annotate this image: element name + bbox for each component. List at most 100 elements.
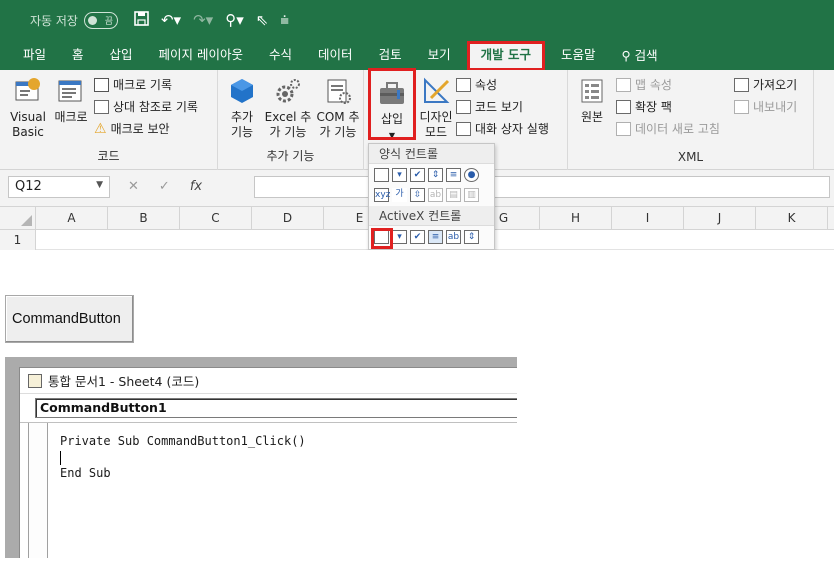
expansion-packs-icon <box>616 99 631 114</box>
name-box[interactable]: Q12 ▼ <box>8 176 110 198</box>
spin-button-control-icon[interactable]: ⇕ <box>428 168 443 182</box>
combo-list-control-icon[interactable]: ▤ <box>446 188 461 202</box>
refresh-data-button[interactable]: 데이터 새로 고침 <box>616 120 720 137</box>
chevron-down-icon: ▼ <box>96 180 103 190</box>
customize-icon[interactable]: ⩧ <box>280 11 289 29</box>
object-combo[interactable]: CommandButton1 <box>35 398 517 418</box>
scroll-bar-activex-icon[interactable]: ⇕ <box>464 230 479 244</box>
code-line: Private Sub CommandButton1_Click() <box>60 434 306 448</box>
list-box-activex-icon[interactable]: ≡ <box>428 230 443 244</box>
record-macro-icon <box>94 77 109 92</box>
view-code-button[interactable]: 코드 보기 <box>456 98 523 115</box>
tab-review[interactable]: 검토 <box>366 42 415 70</box>
combo-dropdown-control-icon[interactable]: ▥ <box>464 188 479 202</box>
design-mode-button[interactable]: 디자인 모드 <box>416 76 456 140</box>
code-editor[interactable]: Private Sub CommandButton1_Click() End S… <box>20 422 517 558</box>
option-button-control-icon[interactable]: ● <box>464 168 479 182</box>
relative-ref-button[interactable]: 상대 참조로 기록 <box>94 98 198 115</box>
form-controls-header: 양식 컨트롤 <box>369 144 494 164</box>
redo-icon[interactable]: ↷▾ <box>193 11 213 29</box>
excel-addins-button[interactable]: Excel 추 가 기능 <box>262 76 314 140</box>
code-margin <box>28 423 48 558</box>
column-header[interactable]: C <box>180 207 252 229</box>
expansion-packs-button[interactable]: 확장 팩 <box>616 98 672 115</box>
code-window-title-bar: 통합 문서1 - Sheet4 (코드) <box>20 368 517 394</box>
label-control-icon[interactable]: 가 <box>392 188 407 202</box>
view-code-icon <box>456 99 471 114</box>
group-xml-label: XML <box>677 150 704 164</box>
export-icon <box>734 99 749 114</box>
import-button[interactable]: 가져오기 <box>734 76 797 93</box>
checkbox-activex-icon[interactable]: ✔ <box>410 230 425 244</box>
macro-security-button[interactable]: ⚠ 매크로 보안 <box>94 120 170 137</box>
command-button[interactable]: CommandButton <box>5 295 134 343</box>
formula-input[interactable] <box>254 176 830 198</box>
column-header[interactable]: K <box>756 207 828 229</box>
code-text[interactable]: Private Sub CommandButton1_Click() End S… <box>60 433 306 481</box>
map-properties-icon <box>616 77 631 92</box>
com-addins-button[interactable]: COM 추 가 기능 <box>314 76 362 140</box>
checkbox-control-icon[interactable]: ✔ <box>410 168 425 182</box>
formula-buttons: ✕ ✓ fx <box>128 179 202 194</box>
command-button-highlight <box>371 228 393 249</box>
record-macro-button[interactable]: 매크로 기록 <box>94 76 172 93</box>
tab-help[interactable]: 도움말 <box>548 42 609 70</box>
code-line: End Sub <box>60 466 111 480</box>
list-box-control-icon[interactable]: ≡ <box>446 168 461 182</box>
tab-file[interactable]: 파일 <box>10 42 59 70</box>
properties-button[interactable]: 속성 <box>456 76 497 93</box>
tab-search[interactable]: ⚲ 검색 <box>608 42 670 70</box>
design-mode-icon <box>421 76 451 106</box>
macro-icon <box>56 76 86 106</box>
cursor-icon[interactable]: ⇖ <box>256 11 269 29</box>
run-dialog-button[interactable]: 대화 상자 실행 <box>456 120 549 137</box>
group-addins-label: 추가 기능 <box>266 149 315 163</box>
com-addin-icon <box>323 76 353 106</box>
tab-page-layout[interactable]: 페이지 레이아웃 <box>146 42 256 70</box>
tab-formulas[interactable]: 수식 <box>256 42 305 70</box>
insert-function-icon[interactable]: fx <box>190 179 202 194</box>
macro-button[interactable]: 매크로 <box>52 76 90 125</box>
tab-developer[interactable]: 개발 도구 <box>466 41 545 71</box>
xml-source-button[interactable]: 원본 <box>574 76 610 125</box>
combo-box-control-icon[interactable]: ▾ <box>392 168 407 182</box>
combo-box-activex-icon[interactable]: ▾ <box>392 230 407 244</box>
autosave-toggle[interactable]: 끔 <box>83 11 118 29</box>
export-button[interactable]: 내보내기 <box>734 98 797 115</box>
warning-icon: ⚠ <box>94 120 107 137</box>
column-header[interactable]: D <box>252 207 324 229</box>
scroll-bar-control-icon[interactable]: ⇳ <box>410 188 425 202</box>
search-icon[interactable]: ⚲▾ <box>225 11 244 29</box>
column-header[interactable]: B <box>108 207 180 229</box>
visual-basic-button[interactable]: Visual Basic <box>8 76 48 140</box>
code-window: 통합 문서1 - Sheet4 (코드) CommandButton1 Priv… <box>19 367 517 558</box>
tab-data[interactable]: 데이터 <box>305 42 366 70</box>
insert-highlight <box>368 68 416 140</box>
tab-home[interactable]: 홈 <box>59 42 97 70</box>
save-icon[interactable] <box>134 10 149 30</box>
quick-access-toolbar: 자동 저장 끔 ↶▾ ↷▾ ⚲▾ ⇖ ⩧ <box>0 0 834 40</box>
tab-view[interactable]: 보기 <box>415 42 464 70</box>
undo-icon[interactable]: ↶▾ <box>161 11 181 29</box>
row-header[interactable]: 1 <box>0 230 36 250</box>
column-header[interactable]: H <box>540 207 612 229</box>
column-header[interactable]: I <box>612 207 684 229</box>
insert-controls-dropdown: 양식 컨트롤 ▾ ✔ ⇕ ≡ ● xyz 가 ⇳ ab ▤ ▥ ActiveX … <box>368 143 495 250</box>
enter-icon[interactable]: ✓ <box>159 179 170 194</box>
excel-window: 자동 저장 끔 ↶▾ ↷▾ ⚲▾ ⇖ ⩧ 파일 홈 삽입 페이지 레이아웃 수식… <box>0 0 834 250</box>
tab-insert[interactable]: 삽입 <box>97 42 146 70</box>
group-xml: 원본 맵 속성 확장 팩 데이터 새로 고침 가져오기 내보내기 XML <box>568 70 814 170</box>
activex-controls-header: ActiveX 컨트롤 <box>369 206 494 226</box>
column-header[interactable]: J <box>684 207 756 229</box>
column-header[interactable]: A <box>36 207 108 229</box>
map-properties-button[interactable]: 맵 속성 <box>616 76 672 93</box>
select-all-corner[interactable] <box>0 207 36 229</box>
text-field-control-icon[interactable]: ab <box>428 188 443 202</box>
ribbon-tabs: 파일 홈 삽입 페이지 레이아웃 수식 데이터 검토 보기 개발 도구 도움말 … <box>0 40 834 71</box>
cancel-icon[interactable]: ✕ <box>128 179 139 194</box>
button-control-icon[interactable] <box>374 168 389 182</box>
group-box-control-icon[interactable]: xyz <box>374 188 390 202</box>
text-box-activex-icon[interactable]: ab <box>446 230 461 244</box>
relative-reference-icon <box>94 99 109 114</box>
addins-button[interactable]: 추가 기능 <box>224 76 260 140</box>
